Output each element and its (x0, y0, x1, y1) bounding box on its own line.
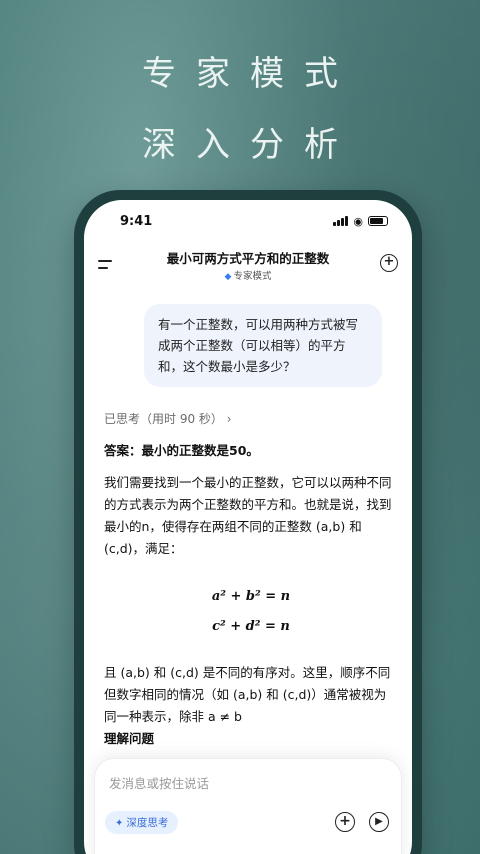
thought-toggle[interactable]: 已思考（用时 90 秒） › (104, 410, 232, 427)
hero-line-2: 深入分析 (142, 125, 358, 165)
status-time: 9:41 (120, 213, 153, 229)
voice-send-button[interactable]: ▶ (369, 812, 389, 832)
add-attachment-button[interactable]: + (335, 812, 355, 832)
assistant-answer: 答案：最小的正整数是50。 我们需要找到一个最小的正整数，它可以以两种不同的方式… (104, 440, 398, 750)
composer: 发消息或按住说话 ✦ 深度思考 + ▶ (94, 758, 402, 854)
chat-header: 最小可两方式平方和的正整数 ◆ 专家模式 + (84, 242, 412, 286)
message-input[interactable]: 发消息或按住说话 (109, 773, 209, 792)
formula-1: a² + b² = n (211, 589, 291, 604)
atom-icon: ✦ (115, 818, 124, 829)
status-icons: ◉ (333, 215, 388, 228)
phone-frame: 9:41 ◉ 最小可两方式平方和的正整数 ◆ 专家模式 + 有一个正整数，可以用两… (74, 190, 422, 854)
answer-paragraph-2: 且 (a,b) 和 (c,d) 是不同的有序对。这里，顺序不同但数字相同的情况（… (104, 665, 391, 724)
mode-label: 专家模式 (233, 271, 272, 282)
thought-label: 已思考（用时 90 秒） (104, 412, 223, 426)
mode-indicator: ◆ 专家模式 (84, 268, 412, 282)
section-heading: 理解问题 (104, 731, 155, 746)
formula-2: c² + d² = n (212, 619, 290, 634)
phone-screen: 9:41 ◉ 最小可两方式平方和的正整数 ◆ 专家模式 + 有一个正整数，可以用两… (84, 200, 412, 854)
chevron-right-icon: › (226, 412, 232, 426)
answer-paragraph-1: 我们需要找到一个最小的正整数，它可以以两种不同的方式表示为两个正整数的平方和。也… (104, 475, 392, 556)
user-message-bubble: 有一个正整数，可以用两种方式被写成两个正整数（可以相等）的平方和，这个数最小是多… (144, 304, 382, 387)
conversation-title: 最小可两方式平方和的正整数 (166, 251, 330, 266)
battery-icon (368, 216, 388, 226)
wifi-icon: ◉ (353, 214, 363, 228)
new-chat-icon[interactable]: + (380, 254, 398, 272)
deep-think-label: 深度思考 (126, 817, 169, 829)
diamond-icon: ◆ (224, 272, 232, 282)
formula-block: a² + b² = n c² + d² = n (104, 582, 398, 642)
hero-text: 专家模式 深入分析 (0, 46, 480, 166)
answer-heading: 答案：最小的正整数是50。 (104, 443, 259, 458)
status-bar: 9:41 ◉ (84, 200, 412, 242)
cellular-signal-icon (333, 216, 349, 226)
deep-think-button[interactable]: ✦ 深度思考 (105, 811, 179, 834)
hero-line-1: 专家模式 (142, 54, 358, 94)
